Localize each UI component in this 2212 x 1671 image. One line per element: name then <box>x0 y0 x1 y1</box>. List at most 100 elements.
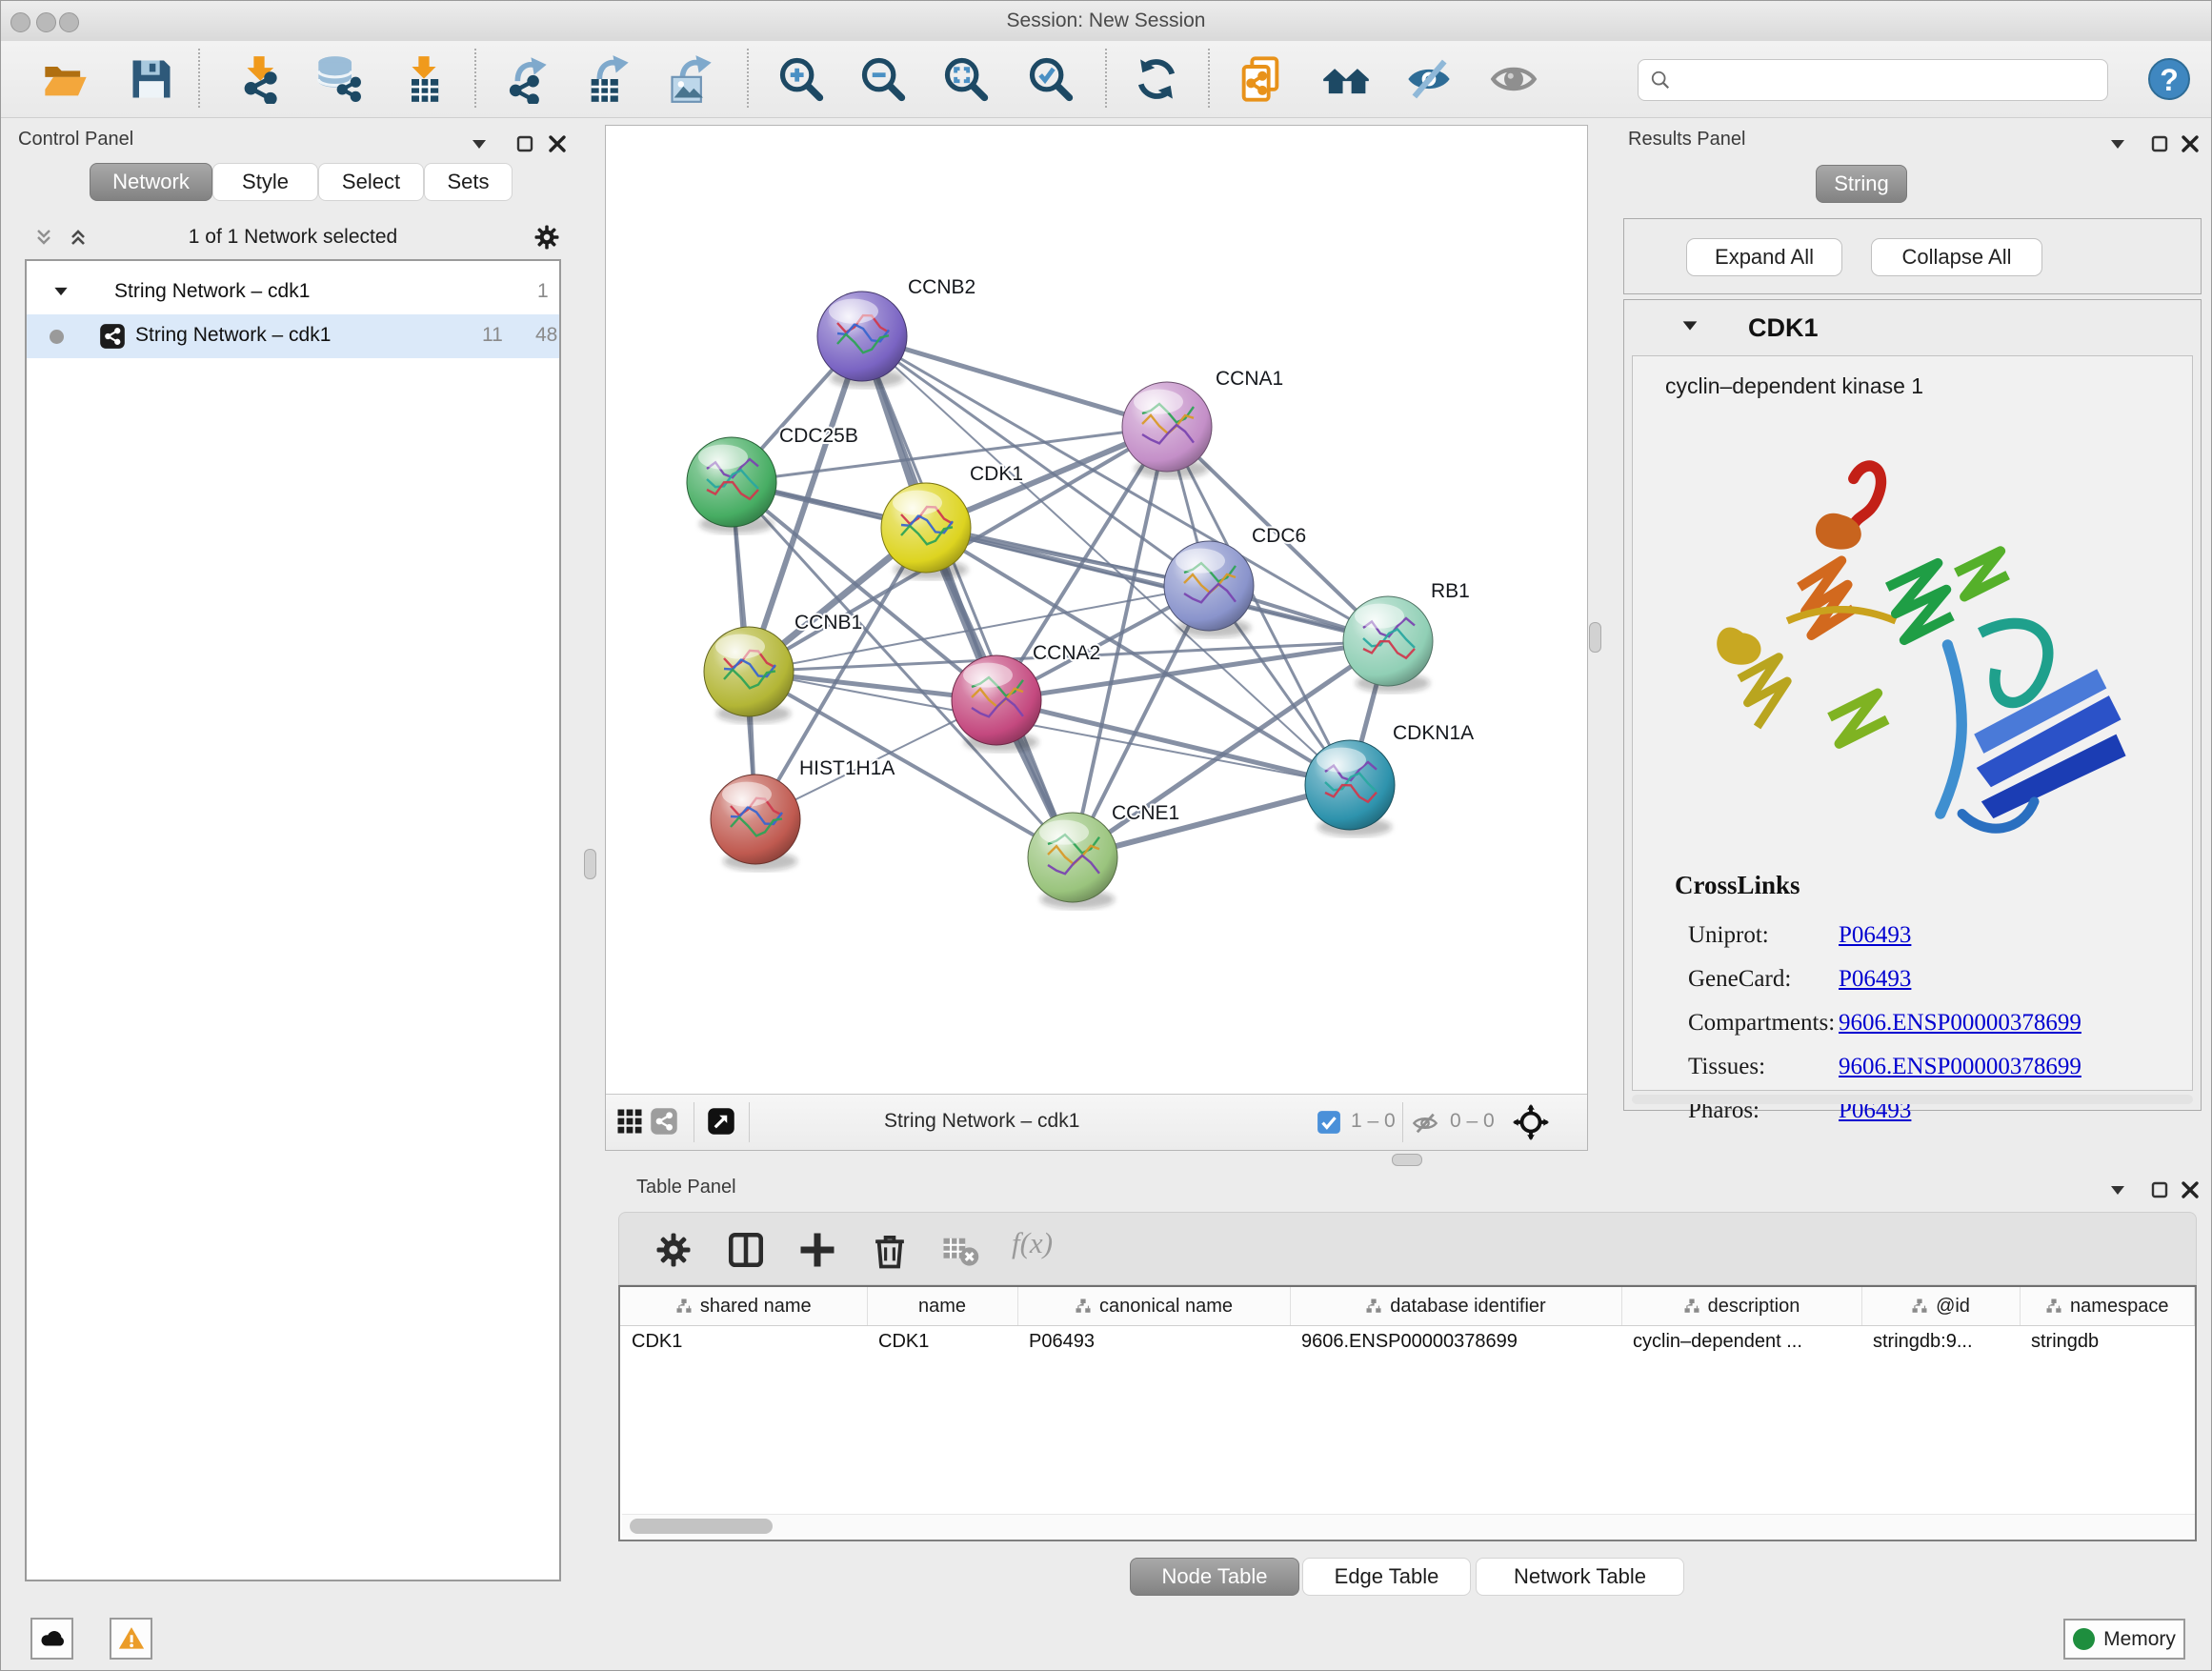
zoom-out-icon[interactable] <box>858 54 908 104</box>
zoom-selected-icon[interactable] <box>1026 54 1076 104</box>
network-node-RB1[interactable]: RB1 <box>1343 580 1470 693</box>
hidden-eye-slash-icon[interactable] <box>1412 1110 1438 1137</box>
column-header[interactable]: shared name <box>620 1287 867 1326</box>
network-edge[interactable] <box>996 700 1350 785</box>
import-network-database-icon[interactable] <box>314 54 364 104</box>
eye-disabled-icon[interactable] <box>1489 54 1538 104</box>
panel-menu-icon[interactable] <box>2106 1178 2129 1201</box>
column-header[interactable]: @id <box>1861 1287 2020 1326</box>
table-cell[interactable]: CDK1 <box>620 1326 867 1358</box>
network-node-CDKN1A[interactable]: CDKN1A <box>1305 722 1474 836</box>
network-node-HIST1H1A[interactable]: HIST1H1A <box>711 757 895 871</box>
search-input[interactable] <box>1679 69 2107 92</box>
crosslink-link[interactable]: P06493 <box>1839 922 1911 949</box>
expand-all-button[interactable]: Expand All <box>1686 238 1842 276</box>
table-cell[interactable]: 9606.ENSP00000378699 <box>1290 1326 1621 1358</box>
zoom-fit-icon[interactable] <box>941 54 991 104</box>
network-options-gear-icon[interactable] <box>533 223 561 252</box>
memory-button[interactable]: Memory <box>2063 1619 2185 1660</box>
table-row[interactable]: CDK1CDK1P064939606.ENSP00000378699cyclin… <box>620 1326 2195 1358</box>
vertical-splitter-handle[interactable] <box>584 849 596 879</box>
network-item-label[interactable]: String Network – cdk1 <box>135 324 331 347</box>
network-collection-label[interactable]: String Network – cdk1 <box>114 280 310 303</box>
network-share-view-icon[interactable] <box>650 1107 678 1136</box>
string-home-icon[interactable] <box>1321 54 1371 104</box>
export-network-icon[interactable] <box>501 54 551 104</box>
float-panel-icon[interactable] <box>513 132 536 155</box>
tab-select[interactable]: Select <box>318 163 424 201</box>
table-cell[interactable]: P06493 <box>1017 1326 1290 1358</box>
results-horizontal-scrollbar[interactable] <box>1632 1095 2193 1104</box>
crosslink-link[interactable]: P06493 <box>1839 966 1911 993</box>
float-panel-icon[interactable] <box>2148 132 2171 155</box>
network-node-CCNE1[interactable]: CCNE1 <box>1028 802 1179 909</box>
close-panel-icon[interactable] <box>2179 132 2202 155</box>
network-node-CCNB2[interactable]: CCNB2 <box>817 276 975 388</box>
warnings-button[interactable] <box>110 1618 152 1660</box>
clear-table-icon[interactable] <box>940 1230 980 1270</box>
import-table-file-icon[interactable] <box>399 54 449 104</box>
close-panel-icon[interactable] <box>546 132 569 155</box>
crosslink-link[interactable]: 9606.ENSP00000378699 <box>1839 1010 2081 1037</box>
network-edge[interactable] <box>862 336 1167 427</box>
network-canvas[interactable]: CCNB2CCNA1CDC25BCDK1CDC6RB1CCNB1CCNA2CDK… <box>606 126 1587 1095</box>
help-icon[interactable]: ? <box>2146 56 2192 102</box>
collapse-all-button[interactable]: Collapse All <box>1871 238 2042 276</box>
column-header[interactable]: namespace <box>2020 1287 2195 1326</box>
table-cell[interactable]: CDK1 <box>867 1326 1017 1358</box>
save-session-icon[interactable] <box>127 54 176 104</box>
table-cell[interactable]: stringdb:9... <box>1861 1326 2020 1358</box>
table-options-gear-icon[interactable] <box>654 1230 694 1270</box>
network-tree-root-row[interactable]: String Network – cdk1 1 <box>27 271 559 314</box>
crosslink-link[interactable]: 9606.ENSP00000378699 <box>1839 1054 2081 1080</box>
float-panel-icon[interactable] <box>2148 1178 2171 1201</box>
import-network-file-icon[interactable] <box>234 54 284 104</box>
table-panel: Table Panel f(x) shared namenamecanonica… <box>605 1169 2204 1609</box>
tab-string[interactable]: String <box>1816 165 1907 203</box>
panel-menu-icon[interactable] <box>2106 132 2129 155</box>
scrollbar-thumb[interactable] <box>630 1519 773 1534</box>
selected-checkbox-icon[interactable] <box>1317 1110 1341 1135</box>
grid-view-icon[interactable] <box>615 1107 644 1136</box>
vertical-splitter-handle[interactable] <box>1589 622 1601 653</box>
open-session-icon[interactable] <box>41 54 90 104</box>
column-header[interactable]: name <box>867 1287 1017 1326</box>
zoom-in-icon[interactable] <box>776 54 826 104</box>
toolbar-separator <box>198 49 200 108</box>
column-header[interactable]: canonical name <box>1017 1287 1290 1326</box>
clone-network-icon[interactable] <box>1236 54 1285 104</box>
tab-network-table[interactable]: Network Table <box>1476 1558 1684 1596</box>
cloud-status-button[interactable] <box>30 1618 73 1660</box>
column-header[interactable]: description <box>1621 1287 1861 1326</box>
export-image-icon[interactable] <box>666 54 715 104</box>
tab-style[interactable]: Style <box>212 163 318 201</box>
tab-network[interactable]: Network <box>90 163 212 201</box>
network-selection-status: 1 of 1 Network selected <box>25 226 561 249</box>
network-node-CDK1[interactable]: CDK1 <box>881 463 1023 579</box>
table-cell[interactable]: cyclin–dependent ... <box>1621 1326 1861 1358</box>
panel-menu-icon[interactable] <box>468 132 491 155</box>
tab-node-table[interactable]: Node Table <box>1130 1558 1299 1596</box>
column-header[interactable]: database identifier <box>1290 1287 1621 1326</box>
crosslink-row: GeneCard:P06493 <box>1688 958 2183 1002</box>
export-table-icon[interactable] <box>583 54 633 104</box>
delete-column-icon[interactable] <box>870 1230 910 1270</box>
function-builder-icon[interactable]: f(x) <box>1012 1226 1053 1260</box>
show-hide-graphics-icon[interactable] <box>1404 54 1454 104</box>
close-panel-icon[interactable] <box>2179 1178 2202 1201</box>
show-columns-icon[interactable] <box>726 1230 766 1270</box>
fit-pan-crosshair-icon[interactable] <box>1513 1104 1549 1140</box>
refresh-icon[interactable] <box>1132 54 1181 104</box>
table-horizontal-scrollbar[interactable] <box>622 1514 2195 1538</box>
tab-edge-table[interactable]: Edge Table <box>1302 1558 1471 1596</box>
detach-view-icon[interactable] <box>707 1107 735 1136</box>
table-cell[interactable]: stringdb <box>2020 1326 2195 1358</box>
tab-sets[interactable]: Sets <box>424 163 513 201</box>
network-tree-item-row[interactable]: String Network – cdk1 11 48 <box>27 314 559 358</box>
network-edge[interactable] <box>926 528 1388 641</box>
entry-collapse-arrow-icon[interactable] <box>1679 315 1700 336</box>
add-column-icon[interactable] <box>797 1230 837 1270</box>
horizontal-splitter-handle[interactable] <box>1392 1154 1422 1166</box>
tree-collapse-arrow-icon[interactable] <box>51 282 70 301</box>
entry-header[interactable]: CDK1 <box>1624 300 2201 353</box>
